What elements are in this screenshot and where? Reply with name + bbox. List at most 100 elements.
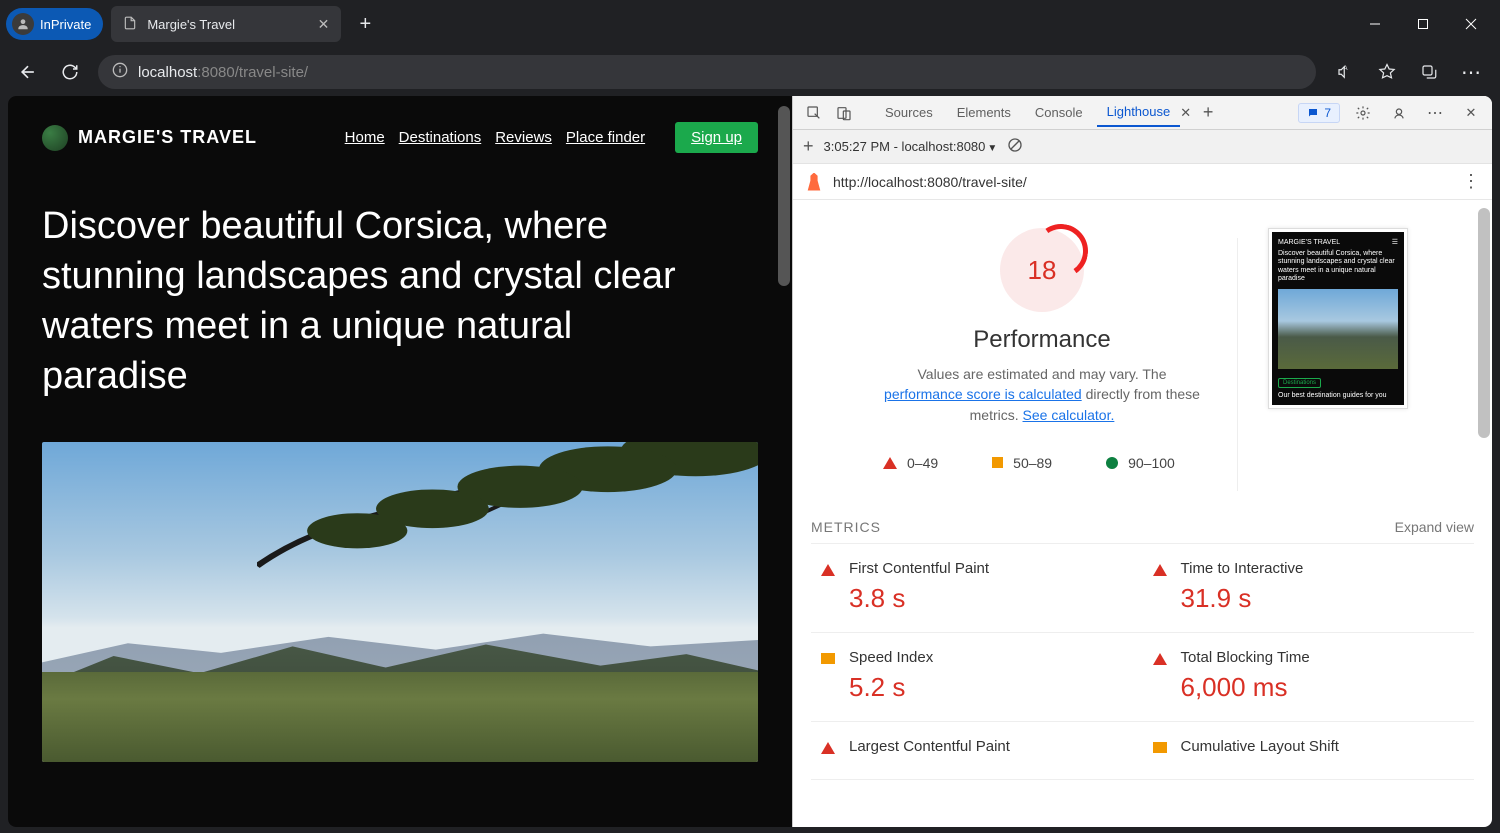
clear-icon[interactable] <box>1007 137 1023 156</box>
browser-tab[interactable]: Margie's Travel ✕ <box>111 6 341 42</box>
inprivate-label: InPrivate <box>40 17 91 32</box>
link-see-calculator[interactable]: See calculator. <box>1023 407 1115 423</box>
tab-close-icon[interactable]: ✕ <box>318 16 330 33</box>
site-logo[interactable]: MARGIE'S TRAVEL <box>42 125 257 151</box>
profile-avatar-icon <box>12 13 34 35</box>
thumb-chip: Destinations <box>1278 378 1321 388</box>
performance-score-block: 18 Performance Values are estimated and … <box>877 228 1207 491</box>
site-nav: Home Destinations Reviews Place finder <box>345 129 645 146</box>
window-controls <box>1352 8 1494 40</box>
issues-badge[interactable]: 7 <box>1298 103 1340 123</box>
thumb-hamburger-icon: ☰ <box>1392 238 1398 246</box>
new-report-icon[interactable]: + <box>803 136 814 157</box>
thumb-hero: Discover beautiful Corsica, where stunni… <box>1278 250 1398 284</box>
tab-console[interactable]: Console <box>1025 99 1093 126</box>
page-viewport: MARGIE'S TRAVEL Home Destinations Review… <box>8 96 792 827</box>
nav-placefinder[interactable]: Place finder <box>566 129 645 146</box>
report-url: http://localhost:8080/travel-site/ <box>833 174 1027 190</box>
toolbar-right-icons: A ⋯ <box>1330 57 1486 87</box>
score-legend: 0–49 50–89 90–100 <box>883 455 1207 471</box>
score-title: Performance <box>877 326 1207 354</box>
favorites-icon[interactable] <box>1372 57 1402 87</box>
back-button[interactable] <box>14 58 42 86</box>
devtools-panel: Sources Elements Console Lighthouse ✕ + … <box>792 96 1492 827</box>
url-text: localhost:8080/travel-site/ <box>138 64 308 81</box>
refresh-button[interactable] <box>56 58 84 86</box>
thumb-hero-image <box>1278 289 1398 369</box>
content-area: MARGIE'S TRAVEL Home Destinations Review… <box>8 96 1492 827</box>
legend-green-icon <box>1106 457 1118 469</box>
report-dropdown[interactable]: 3:05:27 PM - localhost:8080▼ <box>824 139 998 154</box>
window-maximize-button[interactable] <box>1400 8 1446 40</box>
lighthouse-icon <box>805 173 823 191</box>
score-description: Values are estimated and may vary. The p… <box>877 364 1207 425</box>
metric-tti: Time to Interactive31.9 s <box>1143 544 1475 633</box>
inprivate-badge[interactable]: InPrivate <box>6 8 103 40</box>
tab-lighthouse-close-icon[interactable]: ✕ <box>1180 105 1191 121</box>
inspect-element-icon[interactable] <box>801 100 827 126</box>
rating-red-icon <box>821 742 835 754</box>
tab-title: Margie's Travel <box>147 17 235 32</box>
site-brand: MARGIE'S TRAVEL <box>78 127 257 148</box>
window-minimize-button[interactable] <box>1352 8 1398 40</box>
collections-icon[interactable] <box>1414 57 1444 87</box>
browser-titlebar: InPrivate Margie's Travel ✕ + <box>0 0 1500 48</box>
report-menu-icon[interactable]: ⋮ <box>1462 171 1480 192</box>
lighthouse-subbar: + 3:05:27 PM - localhost:8080▼ <box>793 130 1492 164</box>
address-bar[interactable]: localhost:8080/travel-site/ <box>98 55 1316 89</box>
legend-red-icon <box>883 457 897 469</box>
rating-red-icon <box>1153 653 1167 665</box>
lighthouse-url-row: http://localhost:8080/travel-site/ ⋮ <box>793 164 1492 200</box>
signup-button[interactable]: Sign up <box>675 122 758 153</box>
devtools-settings-icon[interactable] <box>1350 100 1376 126</box>
report-time-label: 3:05:27 PM - localhost:8080 <box>824 139 986 154</box>
tab-elements[interactable]: Elements <box>947 99 1021 126</box>
rating-red-icon <box>1153 564 1167 576</box>
metric-cls: Cumulative Layout Shift <box>1143 722 1475 780</box>
score-value: 18 <box>1028 255 1057 286</box>
nav-destinations[interactable]: Destinations <box>399 129 482 146</box>
window-close-button[interactable] <box>1448 8 1494 40</box>
tab-sources[interactable]: Sources <box>875 99 943 126</box>
score-gauge: 18 <box>1000 228 1084 312</box>
devtools-tabbar: Sources Elements Console Lighthouse ✕ + … <box>793 96 1492 130</box>
devtools-scrollbar[interactable] <box>1478 208 1490 438</box>
nav-home[interactable]: Home <box>345 129 385 146</box>
tab-lighthouse[interactable]: Lighthouse <box>1097 98 1181 127</box>
issues-count: 7 <box>1324 106 1331 120</box>
new-tab-button[interactable]: + <box>351 10 379 38</box>
metric-tbt: Total Blocking Time6,000 ms <box>1143 633 1475 722</box>
thumb-brand: MARGIE'S TRAVEL <box>1278 239 1340 246</box>
hero-image <box>42 442 758 762</box>
read-aloud-icon[interactable]: A <box>1330 57 1360 87</box>
metric-si: Speed Index5.2 s <box>811 633 1143 722</box>
svg-text:A: A <box>1344 66 1348 72</box>
rating-orange-icon <box>1153 742 1167 753</box>
browser-toolbar: localhost:8080/travel-site/ A ⋯ <box>0 48 1500 96</box>
metrics-title: METRICS <box>811 519 881 535</box>
nav-reviews[interactable]: Reviews <box>495 129 552 146</box>
page-scrollbar[interactable] <box>778 106 790 286</box>
metrics-header: METRICS Expand view <box>811 519 1474 535</box>
link-score-calculated[interactable]: performance score is calculated <box>884 386 1082 402</box>
rating-orange-icon <box>821 653 835 664</box>
site-header: MARGIE'S TRAVEL Home Destinations Review… <box>8 96 792 171</box>
devtools-more-icon[interactable]: ⋯ <box>1422 100 1448 126</box>
report-thumbnail: MARGIE'S TRAVEL ☰ Discover beautiful Cor… <box>1268 228 1408 409</box>
globe-icon <box>42 125 68 151</box>
url-host: localhost <box>138 64 197 81</box>
tab-page-icon <box>123 16 137 33</box>
expand-view-link[interactable]: Expand view <box>1395 519 1474 535</box>
settings-more-icon[interactable]: ⋯ <box>1456 57 1486 87</box>
thumb-footer: Our best destination guides for you <box>1278 392 1398 399</box>
legend-orange-icon <box>992 457 1003 468</box>
hero-heading: Discover beautiful Corsica, where stunni… <box>8 171 728 428</box>
site-info-icon[interactable] <box>112 62 128 82</box>
more-tabs-button[interactable]: + <box>1195 100 1221 126</box>
feedback-icon[interactable] <box>1386 100 1412 126</box>
metric-fcp: First Contentful Paint3.8 s <box>811 544 1143 633</box>
devtools-close-icon[interactable]: ✕ <box>1458 100 1484 126</box>
url-path: /travel-site/ <box>235 64 308 81</box>
rating-red-icon <box>821 564 835 576</box>
device-toolbar-icon[interactable] <box>831 100 857 126</box>
